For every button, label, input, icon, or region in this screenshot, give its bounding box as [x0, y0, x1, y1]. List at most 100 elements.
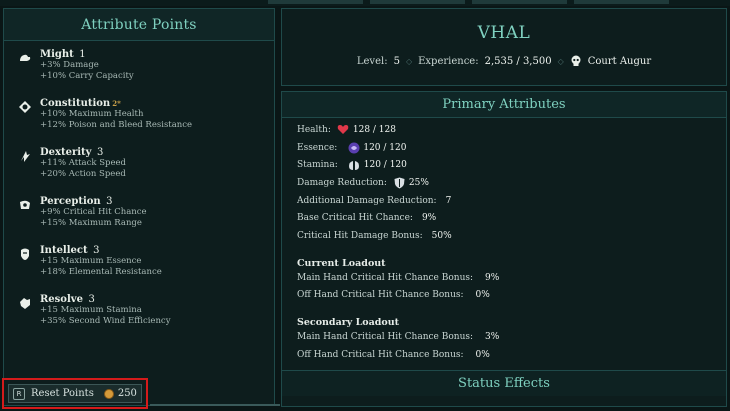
stat-label: Main Hand Critical Hit Chance Bonus: — [297, 332, 474, 343]
diamond-icon: ◇ — [557, 56, 564, 66]
stat-value: 9% — [485, 272, 500, 283]
stat-label: Off Hand Critical Hit Chance Bonus: — [297, 349, 464, 360]
attribute-bonus: 2* — [112, 99, 121, 108]
stat-value: 128 / 128 — [352, 124, 396, 135]
level-value: 5 — [393, 55, 400, 67]
stat-label: Damage Reduction: — [297, 177, 387, 188]
stat-value: 120 / 120 — [363, 160, 407, 171]
top-tab[interactable] — [472, 0, 567, 4]
primary-attributes-panel: Primary Attributes Health: 128 / 128 Ess… — [281, 91, 727, 407]
attribute-effect: +18% Elemental Resistance — [40, 267, 162, 277]
secondary-off-hand: Off Hand Critical Hit Chance Bonus: 0% — [297, 346, 499, 364]
stat-value: 50% — [431, 230, 452, 241]
shield-icon — [393, 176, 406, 189]
stat-damage-reduction: Damage Reduction: 25% — [297, 174, 499, 192]
stat-list: Health: 128 / 128 Essence: 120 / 120 Sta… — [297, 121, 499, 364]
essence-icon — [347, 141, 360, 154]
stat-value: 9% — [421, 213, 437, 224]
attribute-level: 3 — [88, 294, 95, 305]
reset-highlight: R Reset Points 250 — [2, 378, 148, 409]
secondary-main-hand: Main Hand Critical Hit Chance Bonus: 3% — [297, 328, 499, 346]
attribute-effect: +3% Damage — [40, 60, 99, 70]
attribute-level: 3 — [106, 196, 113, 207]
head-icon — [16, 245, 34, 263]
attribute-effect: +12% Poison and Bleed Resistance — [40, 120, 193, 130]
stat-label: Base Critical Hit Chance: — [297, 213, 413, 224]
divider — [150, 404, 280, 406]
eye-icon — [16, 196, 34, 214]
stat-base-crit: Base Critical Hit Chance: 9% — [297, 209, 499, 227]
attribute-points-title: Attribute Points — [4, 9, 274, 41]
stat-value: 25% — [408, 177, 429, 188]
experience-value: 2,535 / 3,500 — [484, 55, 552, 67]
stat-label: Essence: — [297, 142, 338, 153]
diamond-icon: ◇ — [405, 56, 413, 66]
stat-value: 3% — [485, 332, 500, 343]
stat-value: 0% — [475, 290, 490, 301]
top-tab[interactable] — [268, 0, 363, 4]
heart-icon — [337, 123, 350, 136]
attribute-name: Dexterity — [40, 147, 92, 158]
attribute-effect: +35% Second Wind Efficiency — [40, 316, 171, 326]
stat-value: 120 / 120 — [363, 142, 407, 153]
primary-attributes-title: Primary Attributes — [282, 92, 726, 118]
attribute-resolve[interactable]: Resolve 3 +15 Maximum Stamina +35% Secon… — [16, 294, 274, 338]
fist-icon — [16, 294, 34, 312]
stat-stamina: Stamina: 120 / 120 — [297, 156, 499, 174]
attribute-effect: +9% Critical Hit Chance — [40, 207, 147, 217]
stat-health: Health: 128 / 128 — [297, 121, 499, 139]
stat-label: Additional Damage Reduction: — [297, 195, 437, 206]
attribute-name: Constitution — [40, 98, 111, 109]
stat-essence: Essence: 120 / 120 — [297, 139, 499, 157]
attribute-effect: +15 Maximum Stamina — [40, 305, 142, 315]
reset-points-button[interactable]: R Reset Points 250 — [8, 384, 142, 403]
attribute-points-panel: Attribute Points Might 1 +3% Damage +10%… — [3, 8, 275, 406]
stat-value: 7 — [445, 195, 452, 206]
character-name: VHAL — [477, 23, 531, 43]
attribute-level: 3 — [96, 147, 104, 158]
character-info: Level: 5 ◇ Experience: 2,535 / 3,500 ◇ C… — [282, 55, 726, 67]
class-name: Court Augur — [587, 55, 652, 67]
reset-label: Reset Points — [31, 388, 94, 399]
heart-shield-icon — [16, 98, 34, 116]
attribute-effect: +11% Attack Speed — [40, 158, 126, 168]
top-tab[interactable] — [370, 0, 465, 4]
character-panel: VHAL Level: 5 ◇ Experience: 2,535 / 3,50… — [281, 8, 727, 86]
attribute-might[interactable]: Might 1 +3% Damage +10% Carry Capacity — [16, 49, 274, 93]
attribute-effect: +10% Carry Capacity — [40, 71, 134, 81]
current-main-hand: Main Hand Critical Hit Chance Bonus: 9% — [297, 269, 499, 287]
stat-crit-damage: Critical Hit Damage Bonus: 50% — [297, 227, 499, 245]
experience-label: Experience: — [418, 55, 479, 67]
stat-label: Health: — [297, 124, 331, 135]
attribute-level: 1 — [79, 49, 86, 60]
level-label: Level: — [356, 55, 388, 67]
attribute-name: Perception — [40, 196, 101, 207]
stat-label: Main Hand Critical Hit Chance Bonus: — [297, 272, 474, 283]
arm-icon — [16, 49, 34, 67]
dash-icon — [16, 147, 34, 165]
stat-value: 0% — [475, 349, 490, 360]
attribute-effect: +15 Maximum Essence — [40, 256, 142, 266]
attribute-name: Intellect — [40, 245, 88, 256]
keycap-r: R — [13, 387, 25, 400]
current-off-hand: Off Hand Critical Hit Chance Bonus: 0% — [297, 287, 499, 305]
attribute-name: Resolve — [40, 294, 83, 305]
attribute-effect: +15% Maximum Range — [40, 218, 142, 228]
top-tab[interactable] — [574, 0, 669, 4]
stat-additional-dr: Additional Damage Reduction: 7 — [297, 192, 499, 210]
current-loadout-heading: Current Loadout — [297, 257, 386, 269]
attribute-perception[interactable]: Perception 3 +9% Critical Hit Chance +15… — [16, 196, 274, 240]
status-effects-header[interactable]: Status Effects — [282, 370, 726, 396]
attribute-effect: +20% Action Speed — [40, 169, 126, 179]
attribute-name: Might — [40, 49, 74, 60]
attribute-intellect[interactable]: Intellect 3 +15 Maximum Essence +18% Ele… — [16, 245, 274, 289]
attribute-constitution[interactable]: Constitution 2* +10% Maximum Health +12% … — [16, 98, 274, 142]
skull-icon — [570, 55, 582, 67]
secondary-loadout-heading: Secondary Loadout — [297, 317, 400, 329]
lungs-icon — [348, 159, 361, 172]
top-strip — [0, 0, 730, 6]
coin-icon — [103, 388, 114, 399]
attribute-dexterity[interactable]: Dexterity 3 +11% Attack Speed +20% Actio… — [16, 147, 274, 191]
stat-label: Off Hand Critical Hit Chance Bonus: — [297, 290, 464, 301]
attribute-list: Might 1 +3% Damage +10% Carry Capacity C… — [4, 41, 274, 338]
